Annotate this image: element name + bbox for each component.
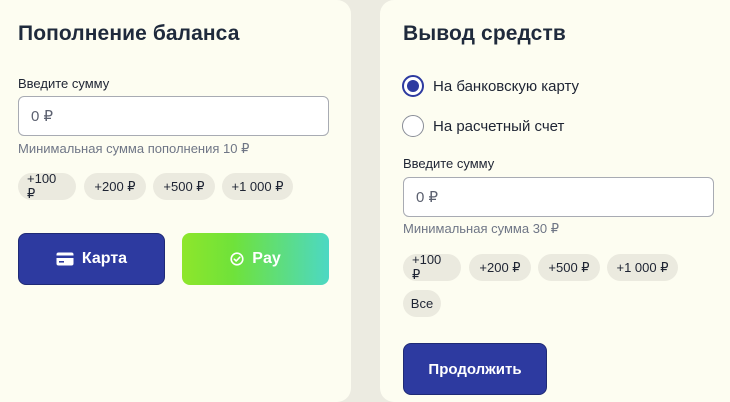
withdraw-chip-200[interactable]: +200 ₽ [469, 254, 531, 281]
radio-bank-card-label: На банковскую карту [433, 77, 580, 95]
deposit-title: Пополнение баланса [18, 22, 240, 45]
deposit-chip-100[interactable]: +100 ₽ [18, 171, 76, 201]
withdraw-chip-1000[interactable]: +1 000 ₽ [607, 254, 678, 281]
deposit-amount-label: Введите сумму [18, 76, 110, 91]
radio-checked-icon[interactable] [402, 75, 424, 97]
deposit-amount-input[interactable]: 0 ₽ [18, 96, 329, 136]
radio-bank-card[interactable]: На банковскую карту [402, 75, 579, 97]
card-button-label: Карта [81, 250, 128, 267]
withdraw-amount-label: Введите сумму [403, 156, 495, 171]
withdraw-chip-500[interactable]: +500 ₽ [538, 254, 600, 281]
deposit-chip-1000[interactable]: +1 000 ₽ [222, 173, 293, 200]
radio-account[interactable]: На расчетный счет [402, 115, 564, 137]
withdraw-chip-100[interactable]: +100 ₽ [403, 252, 461, 282]
withdraw-chip-all[interactable]: Все [403, 290, 441, 317]
withdraw-min-hint: Минимальная сумма 30 ₽ [403, 221, 560, 236]
deposit-chip-500[interactable]: +500 ₽ [153, 173, 215, 200]
card-button[interactable]: Карта [18, 233, 165, 285]
pay-button[interactable]: Pay [182, 233, 329, 285]
credit-card-icon [56, 252, 74, 266]
radio-unchecked-icon[interactable] [402, 115, 424, 137]
check-circle-icon [230, 252, 244, 266]
radio-account-label: На расчетный счет [433, 117, 565, 135]
pay-button-label: Pay [252, 250, 281, 267]
deposit-chip-200[interactable]: +200 ₽ [84, 173, 146, 200]
deposit-min-hint: Минимальная сумма пополнения 10 ₽ [18, 141, 250, 156]
withdraw-title: Вывод средств [403, 22, 566, 45]
withdraw-amount-input[interactable]: 0 ₽ [403, 177, 714, 217]
continue-button[interactable]: Продолжить [403, 343, 547, 395]
